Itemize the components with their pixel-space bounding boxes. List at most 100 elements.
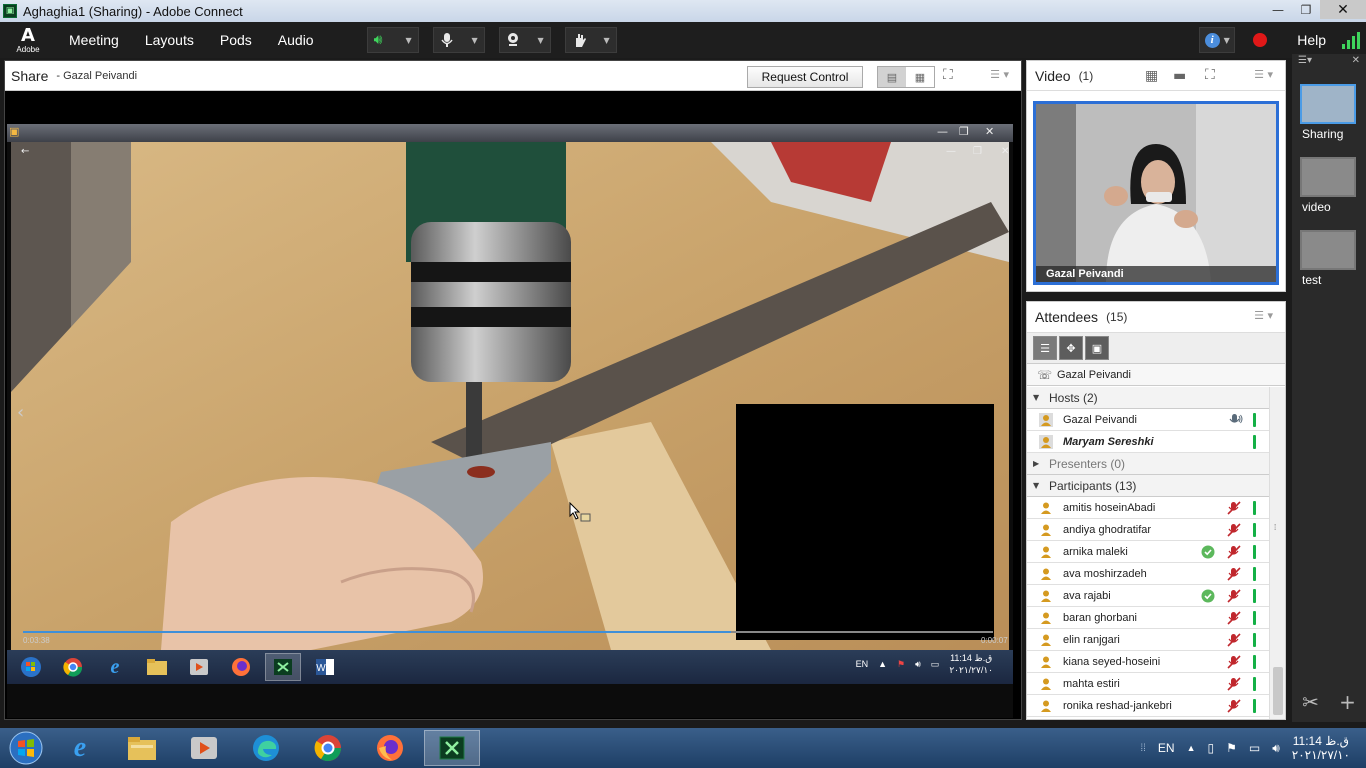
attendee-scrollbar[interactable]: ⁞ — [1269, 387, 1285, 719]
record-icon[interactable] — [1253, 33, 1268, 47]
scrollbar-thumb[interactable] — [1273, 667, 1283, 715]
attendee-row[interactable]: mahta estiri — [1027, 673, 1271, 695]
speaker-button[interactable]: 🔊︎ ▼ — [366, 27, 419, 53]
shared-network-icon[interactable]: ▭ — [931, 659, 940, 670]
collapsed-triangle-icon[interactable]: ▶ — [1033, 459, 1045, 468]
webcam-feed[interactable]: Gazal Peivandi — [1033, 101, 1279, 285]
attendee-row[interactable]: kiana seyed-hoseini — [1027, 651, 1271, 673]
start-button[interactable] — [6, 728, 46, 768]
taskbar-chrome-icon[interactable] — [300, 730, 356, 766]
player-close-icon[interactable]: ✕ — [985, 125, 994, 138]
microphone-button[interactable]: ▼ — [432, 27, 485, 53]
minimize-button[interactable]: — — [1264, 0, 1292, 19]
shared-video[interactable]: ← — ❐ ✕ ‹ 0:03:38 0:00:07 — [11, 142, 1009, 650]
clock[interactable]: 11:14 ق.ظ ۲۰۲۱/۲۷/۱۰ — [1292, 734, 1350, 762]
breakout-view-icon[interactable]: ✥ — [1059, 336, 1083, 360]
back-arrow-icon[interactable]: ← — [21, 146, 29, 157]
video-close-icon[interactable]: ✕ — [1001, 146, 1009, 157]
layout-label-test[interactable]: test — [1302, 273, 1321, 287]
chevron-down-icon[interactable]: ▼ — [471, 36, 477, 45]
layout-thumb-video[interactable] — [1300, 157, 1356, 197]
video-maximize-icon[interactable]: ❐ — [973, 146, 982, 157]
menu-pods[interactable]: Pods — [207, 32, 265, 48]
chevron-down-icon[interactable]: ▼ — [1224, 36, 1230, 45]
video-fullscreen-icon[interactable]: ⛶ — [1205, 67, 1215, 83]
attendee-row[interactable]: amitis hoseinAbadi — [1027, 497, 1271, 519]
grid-view-icon[interactable]: ▦ — [1145, 68, 1158, 84]
video-minimize-icon[interactable]: — — [946, 146, 956, 157]
raise-hand-button[interactable]: ▼ — [564, 27, 617, 53]
player-minimize-icon[interactable]: — — [937, 125, 948, 138]
attendees-options-icon[interactable]: ☰ ▾ — [1254, 309, 1273, 322]
shared-firefox-icon[interactable] — [223, 653, 259, 681]
webcam-button[interactable]: ▼ — [498, 27, 551, 53]
maximize-button[interactable]: ❐ — [1292, 0, 1320, 19]
tray-arrow-icon[interactable]: ▲ — [1187, 743, 1196, 753]
full-view-icon[interactable]: ▦ — [906, 67, 934, 87]
group-hosts[interactable]: ▼ Hosts (2) — [1027, 387, 1271, 409]
shared-adobe-connect-icon[interactable] — [265, 653, 301, 681]
video-progress-bar[interactable] — [23, 631, 993, 633]
shared-start-icon[interactable] — [13, 653, 49, 681]
taskbar-adobe-connect-icon[interactable] — [424, 730, 480, 766]
status-view-icon[interactable]: ▣ — [1085, 336, 1109, 360]
attendee-row[interactable]: ronika reshad-jankebri — [1027, 695, 1271, 717]
chevron-down-icon[interactable]: ▼ — [405, 36, 411, 45]
attendee-row[interactable]: baran ghorbani — [1027, 607, 1271, 629]
menu-layouts[interactable]: Layouts — [132, 32, 207, 48]
layouts-menu-icon[interactable]: ☰▾ — [1298, 55, 1312, 66]
close-button[interactable]: ✕ — [1320, 0, 1366, 19]
chevron-left-icon[interactable]: ‹ — [17, 402, 24, 423]
attendee-row[interactable]: elin ranjgari — [1027, 629, 1271, 651]
current-user-row[interactable]: ☏ Gazal Peivandi — [1027, 364, 1285, 386]
request-control-button[interactable]: Request Control — [747, 66, 863, 88]
taskbar-ie-icon[interactable]: e — [52, 730, 108, 766]
shared-chrome-icon[interactable] — [55, 653, 91, 681]
video-pod-options-icon[interactable]: ☰ ▾ — [1254, 68, 1273, 81]
taskbar-edge-icon[interactable] — [238, 730, 294, 766]
share-view-toggle[interactable]: ▤ ▦ — [877, 66, 935, 88]
menu-meeting[interactable]: Meeting — [56, 32, 132, 48]
list-view-icon[interactable]: ☰ — [1033, 336, 1057, 360]
info-button[interactable]: i ▼ — [1199, 27, 1236, 53]
shared-word-icon[interactable]: W — [307, 653, 343, 681]
chevron-down-icon[interactable]: ▼ — [603, 36, 609, 45]
attendee-row[interactable]: ava rajabi — [1027, 585, 1271, 607]
shared-explorer-icon[interactable] — [139, 653, 175, 681]
filmstrip-view-icon[interactable]: ▬ — [1173, 68, 1186, 84]
pod-options-menu-icon[interactable]: ☰ ▾ — [990, 68, 1009, 81]
expand-triangle-icon[interactable]: ▼ — [1033, 481, 1045, 490]
group-presenters[interactable]: ▶ Presenters (0) — [1027, 453, 1271, 475]
shared-flag-icon[interactable]: ⚑ — [897, 659, 905, 670]
player-maximize-icon[interactable]: ❐ — [959, 125, 969, 138]
attendee-row[interactable]: Maryam Sereshki — [1027, 431, 1271, 453]
taskbar-firefox-icon[interactable] — [362, 730, 418, 766]
expand-triangle-icon[interactable]: ▼ — [1033, 393, 1045, 402]
attendee-row[interactable]: ava moshirzadeh — [1027, 563, 1271, 585]
taskbar-media-player-icon[interactable] — [176, 730, 232, 766]
shared-tray-arrow-icon[interactable]: ▲ — [878, 659, 887, 669]
fullscreen-icon[interactable]: ⛶ — [943, 67, 953, 83]
layout-thumb-sharing[interactable] — [1300, 84, 1356, 124]
tray-network-icon[interactable]: ▭ — [1249, 741, 1260, 755]
attendee-row[interactable]: Gazal Peivandi — [1027, 409, 1271, 431]
shared-lang-indicator[interactable]: EN — [856, 659, 869, 669]
menu-audio[interactable]: Audio — [265, 32, 327, 48]
chevron-down-icon[interactable]: ▼ — [537, 36, 543, 45]
add-layout-icon[interactable]: + — [1339, 690, 1356, 714]
layout-label-video[interactable]: video — [1302, 200, 1331, 214]
tools-icon[interactable]: ✂ — [1302, 690, 1319, 714]
tray-volume-icon[interactable]: 🔊︎ — [1272, 741, 1280, 756]
shared-ie-icon[interactable]: e — [97, 653, 133, 681]
attendee-row[interactable]: arnika maleki — [1027, 541, 1271, 563]
attendee-row[interactable]: andiya ghodratifar — [1027, 519, 1271, 541]
layouts-close-icon[interactable]: ✕ — [1352, 55, 1360, 66]
layout-thumb-test[interactable] — [1300, 230, 1356, 270]
normal-view-icon[interactable]: ▤ — [878, 67, 906, 87]
shared-volume-icon[interactable]: 🔊︎ — [915, 659, 921, 670]
taskbar-explorer-icon[interactable] — [114, 730, 170, 766]
group-participants[interactable]: ▼ Participants (13) — [1027, 475, 1271, 497]
tray-device-icon[interactable]: ▯ — [1207, 741, 1214, 755]
tray-flag-icon[interactable]: ⚑ — [1226, 741, 1237, 755]
shared-media-player-icon[interactable] — [181, 653, 217, 681]
